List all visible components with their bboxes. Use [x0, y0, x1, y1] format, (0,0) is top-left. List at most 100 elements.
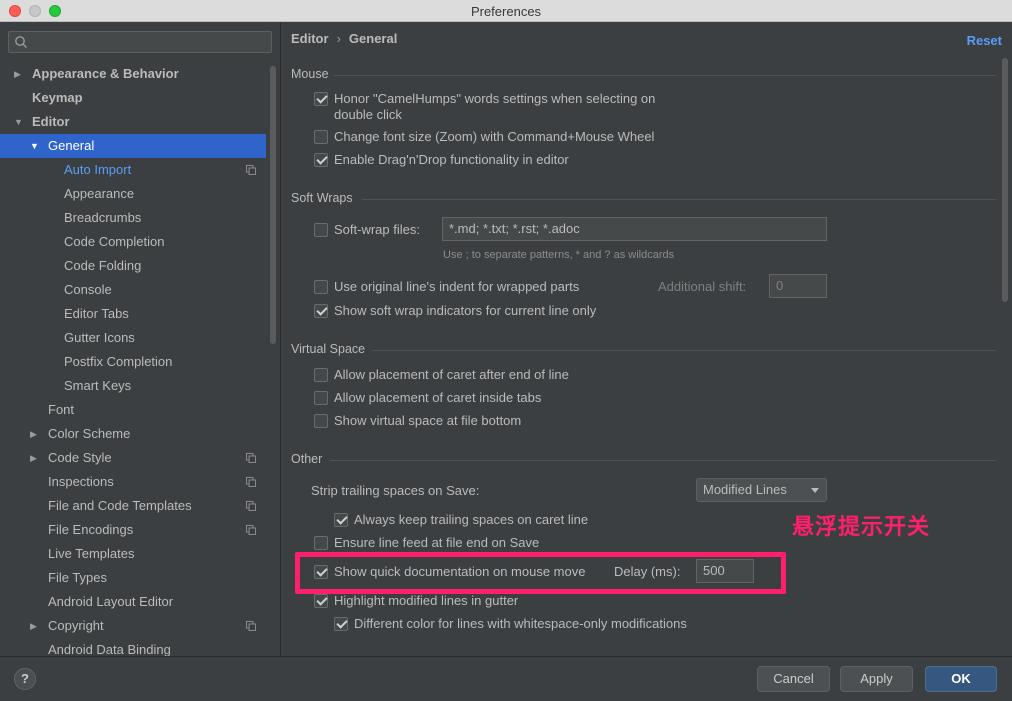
reset-link[interactable]: Reset [967, 33, 1002, 48]
sidebar-item-label: Console [64, 282, 112, 297]
soft-wrap-files-input[interactable]: *.md; *.txt; *.rst; *.adoc [442, 217, 827, 241]
annotation-highlight-box [295, 552, 786, 594]
sidebar-item-keymap[interactable]: Keymap [0, 86, 266, 110]
chevron-down-icon[interactable]: ▼ [30, 134, 42, 158]
sidebar-item-label: Smart Keys [64, 378, 132, 393]
sidebar-item-editor-tabs[interactable]: Editor Tabs [0, 302, 266, 326]
caret-after-end-checkbox[interactable] [314, 368, 328, 382]
sidebar-item-live-templates[interactable]: Live Templates [0, 542, 266, 566]
apply-button[interactable]: Apply [840, 666, 913, 692]
line-feed-label: Ensure line feed at file end on Save [334, 535, 540, 550]
strip-trailing-label: Strip trailing spaces on Save: [311, 483, 480, 498]
chevron-down-icon[interactable]: ▼ [14, 110, 26, 134]
settings-tree: ▶ Appearance & Behavior Keymap ▼ Editor ▼ Gene… [0, 62, 266, 656]
sidebar-item-label: Copyright [48, 618, 104, 633]
camel-humps-label: Honor "CamelHumps" words settings when s… [334, 91, 656, 106]
sidebar-scrollbar[interactable] [270, 66, 276, 344]
original-indent-label: Use original line's indent for wrapped p… [334, 279, 580, 294]
chevron-right-icon[interactable]: ▶ [30, 446, 42, 470]
sidebar-item-gutter-icons[interactable]: Gutter Icons [0, 326, 266, 350]
project-settings-icon [246, 453, 256, 463]
sidebar-item-general[interactable]: ▼ General [0, 134, 266, 158]
line-feed-checkbox[interactable] [314, 536, 328, 550]
camel-humps-label-continued: double click [334, 107, 402, 122]
cancel-button[interactable]: Cancel [757, 666, 830, 692]
sidebar-item-android-data-binding[interactable]: Android Data Binding [0, 638, 266, 656]
breadcrumb-current: General [348, 31, 398, 46]
section-title-other: Other [291, 452, 323, 466]
sidebar-item-file-and-code-templates[interactable]: File and Code Templates [0, 494, 266, 518]
sidebar-item-label: Editor Tabs [64, 306, 129, 321]
change-font-size-label: Change font size (Zoom) with Command+Mou… [334, 129, 655, 144]
settings-sidebar: ▶ Appearance & Behavior Keymap ▼ Editor ▼ Gene… [0, 22, 281, 656]
project-settings-icon [246, 525, 256, 535]
sidebar-item-android-layout-editor[interactable]: Android Layout Editor [0, 590, 266, 614]
camel-humps-checkbox[interactable] [314, 92, 328, 106]
chevron-right-icon[interactable]: ▶ [14, 62, 26, 86]
breadcrumb-separator: › [336, 31, 341, 46]
dialog-footer: ? Cancel Apply OK [0, 656, 1012, 701]
breadcrumb: Editor › General [291, 31, 397, 46]
section-divider [362, 199, 996, 200]
content-scrollbar[interactable] [1002, 58, 1008, 302]
sidebar-item-appearance[interactable]: Appearance [0, 182, 266, 206]
drag-drop-checkbox[interactable] [314, 153, 328, 167]
sidebar-item-label: Android Layout Editor [48, 594, 174, 609]
sidebar-item-postfix-completion[interactable]: Postfix Completion [0, 350, 266, 374]
caret-inside-tabs-label: Allow placement of caret inside tabs [334, 390, 542, 405]
help-button[interactable]: ? [14, 668, 36, 690]
caret-after-end-label: Allow placement of caret after end of li… [334, 367, 569, 382]
sidebar-item-label: Appearance [64, 186, 135, 201]
sidebar-item-code-style[interactable]: ▶ Code Style [0, 446, 266, 470]
sidebar-item-editor[interactable]: ▼ Editor [0, 110, 266, 134]
chevron-right-icon[interactable]: ▶ [30, 614, 42, 638]
sidebar-item-file-encodings[interactable]: File Encodings [0, 518, 266, 542]
sidebar-item-label: Gutter Icons [64, 330, 135, 345]
different-color-label: Different color for lines with whitespac… [354, 616, 687, 631]
virtual-space-bottom-label: Show virtual space at file bottom [334, 413, 522, 428]
breadcrumb-parent[interactable]: Editor [291, 31, 329, 46]
sidebar-item-console[interactable]: Console [0, 278, 266, 302]
settings-search-input[interactable] [8, 31, 272, 53]
project-settings-icon [246, 165, 256, 175]
strip-trailing-dropdown[interactable]: Modified Lines [696, 478, 827, 502]
caret-inside-tabs-checkbox[interactable] [314, 391, 328, 405]
sidebar-item-code-completion[interactable]: Code Completion [0, 230, 266, 254]
sidebar-item-color-scheme[interactable]: ▶ Color Scheme [0, 422, 266, 446]
original-indent-checkbox[interactable] [314, 280, 328, 294]
sidebar-item-label: Font [48, 402, 75, 417]
keep-trailing-label: Always keep trailing spaces on caret lin… [354, 512, 589, 527]
sidebar-item-smart-keys[interactable]: Smart Keys [0, 374, 266, 398]
keep-trailing-checkbox[interactable] [334, 513, 348, 527]
additional-shift-input[interactable]: 0 [769, 274, 827, 298]
sidebar-item-breadcrumbs[interactable]: Breadcrumbs [0, 206, 266, 230]
sidebar-item-inspections[interactable]: Inspections [0, 470, 266, 494]
sidebar-item-label: Appearance & Behavior [32, 66, 179, 81]
sidebar-item-copyright[interactable]: ▶ Copyright [0, 614, 266, 638]
sidebar-item-code-folding[interactable]: Code Folding [0, 254, 266, 278]
section-divider [334, 75, 996, 76]
section-title-soft-wraps: Soft Wraps [291, 191, 353, 205]
ok-button[interactable]: OK [925, 666, 997, 692]
show-soft-wrap-indicators-checkbox[interactable] [314, 304, 328, 318]
sidebar-item-label: Live Templates [48, 546, 135, 561]
change-font-size-checkbox[interactable] [314, 130, 328, 144]
chevron-right-icon[interactable]: ▶ [30, 422, 42, 446]
drag-drop-label: Enable Drag'n'Drop functionality in edit… [334, 152, 569, 167]
virtual-space-bottom-checkbox[interactable] [314, 414, 328, 428]
highlight-modified-label: Highlight modified lines in gutter [334, 593, 519, 608]
section-divider [330, 460, 996, 461]
sidebar-item-font[interactable]: Font [0, 398, 266, 422]
different-color-checkbox[interactable] [334, 617, 348, 631]
soft-wrap-hint: Use ; to separate patterns, * and ? as w… [443, 249, 675, 261]
sidebar-item-label: Code Completion [64, 234, 165, 249]
sidebar-item-file-types[interactable]: File Types [0, 566, 266, 590]
strip-trailing-value: Modified Lines [703, 482, 787, 497]
sidebar-item-appearance-behavior[interactable]: ▶ Appearance & Behavior [0, 62, 266, 86]
sidebar-item-auto-import[interactable]: Auto Import [0, 158, 266, 182]
sidebar-item-label: Color Scheme [48, 426, 131, 441]
sidebar-item-label: General [48, 138, 95, 153]
soft-wrap-files-checkbox[interactable] [314, 223, 328, 237]
section-title-mouse: Mouse [291, 67, 329, 81]
highlight-modified-checkbox[interactable] [314, 594, 328, 608]
